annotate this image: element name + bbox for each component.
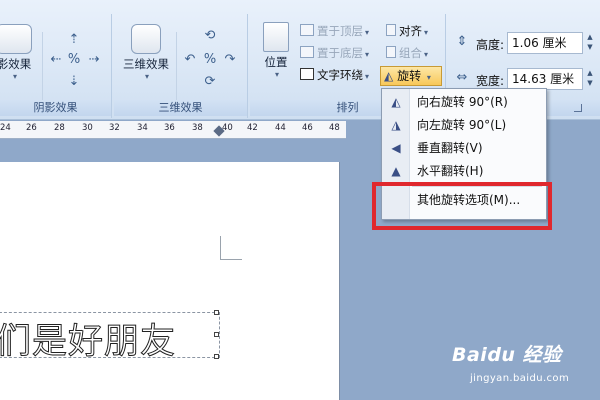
shadow-left-icon[interactable]: ⇠ xyxy=(48,52,64,68)
margin-corner-mark xyxy=(220,236,242,260)
ruler-tick: 46 xyxy=(302,123,313,133)
bring-to-front-button[interactable]: 置于顶层 ▾ xyxy=(300,22,369,40)
ruler-tick: 32 xyxy=(109,123,120,133)
chevron-down-icon: ▾ xyxy=(274,70,279,79)
text-wrap-button[interactable]: 文字环绕 ▾ xyxy=(300,66,369,84)
menu-item-rotate-right[interactable]: ◭ 向右旋转 90°(R) xyxy=(382,91,546,113)
shadow-up-icon[interactable]: ⇡ xyxy=(66,32,82,48)
menu-item-flip-vertical[interactable]: ◀ 垂直翻转(V) xyxy=(382,137,546,159)
bring-front-icon xyxy=(300,24,314,36)
height-input[interactable]: 1.06 厘米 xyxy=(507,32,583,54)
divider xyxy=(42,32,43,108)
shadow-effects-button[interactable]: 影效果 ▾ xyxy=(0,24,38,81)
chevron-down-icon: ▾ xyxy=(365,72,370,81)
chevron-down-icon: ▾ xyxy=(144,72,149,81)
width-label: 宽度: xyxy=(476,74,505,88)
position-label: 位置 xyxy=(264,55,288,69)
group-objects-button[interactable]: 组合 ▾ xyxy=(386,44,428,62)
watermark-url: jingyan.baidu.com xyxy=(470,373,570,384)
rotate-icon: ◭ xyxy=(384,69,394,83)
flip-horizontal-icon: ▲ xyxy=(391,164,401,178)
menu-item-label: 垂直翻转(V) xyxy=(417,141,483,155)
width-icon: ⇔ xyxy=(456,70,468,85)
menu-item-flip-horizontal[interactable]: ▲ 水平翻转(H) xyxy=(382,160,546,182)
position-button[interactable]: 位置 ▾ xyxy=(260,22,292,79)
position-icon xyxy=(263,22,289,52)
bring-front-label: 置于顶层 xyxy=(317,24,363,38)
watermark-logo: Baidu 经验 xyxy=(452,344,562,366)
height-spinner[interactable]: ▲ ▼ xyxy=(584,32,596,54)
tilt-left-icon[interactable]: ↶ xyxy=(182,52,198,68)
3d-effects-button[interactable]: 三维效果 ▾ xyxy=(118,24,174,81)
document-page[interactable] xyxy=(0,162,340,400)
wordart-text[interactable]: 们是好朋友 xyxy=(0,313,176,364)
tilt-up-icon[interactable]: ⟲ xyxy=(202,28,218,44)
height-label: 高度: xyxy=(476,38,505,52)
ruler-tick: 36 xyxy=(164,123,175,133)
rotate-left-icon: ◮ xyxy=(391,118,401,132)
chevron-down-icon: ▾ xyxy=(424,50,429,59)
3d-toggle-icon[interactable]: % xyxy=(202,52,218,68)
menu-item-rotate-left[interactable]: ◮ 向左旋转 90°(L) xyxy=(382,114,546,136)
ruler-tick: 42 xyxy=(247,123,258,133)
send-back-label: 置于底层 xyxy=(317,46,363,60)
chevron-down-icon: ▾ xyxy=(12,72,17,81)
align-button[interactable]: 对齐 ▾ xyxy=(386,22,428,40)
height-icon: ⇕ xyxy=(456,34,468,49)
rotate-label: 旋转 xyxy=(397,69,422,83)
resize-handle[interactable] xyxy=(214,332,219,337)
ruler-tick: 28 xyxy=(54,123,65,133)
resize-handle[interactable] xyxy=(214,310,219,315)
shadow-down-icon[interactable]: ⇣ xyxy=(66,74,82,90)
group-label-shadow: 阴影效果 xyxy=(0,100,111,116)
ruler-tick: 38 xyxy=(192,123,203,133)
align-icon xyxy=(386,24,396,36)
menu-item-label: 向右旋转 90°(R) xyxy=(417,95,508,109)
text-wrap-label: 文字环绕 xyxy=(317,68,363,82)
3d-cube-icon xyxy=(131,24,161,54)
rotate-button[interactable]: ◭ 旋转 ▾ xyxy=(380,66,442,86)
3d-effects-label: 三维效果 xyxy=(123,57,169,71)
group-objects-label: 组合 xyxy=(399,46,422,60)
tilt-right-icon[interactable]: ↷ xyxy=(222,52,238,68)
menu-item-label: 向左旋转 90°(L) xyxy=(417,118,507,132)
width-spinner[interactable]: ▲ ▼ xyxy=(584,68,596,90)
ruler-tick: 30 xyxy=(82,123,93,133)
chevron-down-icon: ▾ xyxy=(365,50,370,59)
chevron-down-icon: ▾ xyxy=(365,28,370,37)
shadow-effects-label: 影效果 xyxy=(0,57,32,71)
rotate-right-icon: ◭ xyxy=(391,95,401,109)
chevron-down-icon: ▾ xyxy=(424,28,429,37)
width-input[interactable]: 14.63 厘米 xyxy=(507,68,583,90)
ruler-tick: 34 xyxy=(137,123,148,133)
send-to-back-button[interactable]: 置于底层 ▾ xyxy=(300,44,369,62)
group-label-3d: 三维效果 xyxy=(114,100,247,116)
group-icon xyxy=(386,46,396,58)
shadow-right-icon[interactable]: ⇢ xyxy=(86,52,102,68)
menu-item-label: 水平翻转(H) xyxy=(417,164,484,178)
horizontal-ruler: 24 26 28 30 32 34 36 38 40 42 44 46 48 xyxy=(0,121,346,139)
ruler-tick: 24 xyxy=(0,123,11,133)
align-label: 对齐 xyxy=(399,24,422,38)
highlight-annotation xyxy=(372,182,552,230)
ruler-tick: 44 xyxy=(275,123,286,133)
flip-vertical-icon: ◀ xyxy=(391,141,401,155)
watermark: Baidu 经验 jingyan.baidu.com xyxy=(452,340,569,384)
send-back-icon xyxy=(300,46,314,58)
text-wrap-icon xyxy=(300,68,314,80)
chevron-down-icon: ▾ xyxy=(426,73,431,82)
resize-handle[interactable] xyxy=(214,354,219,359)
shadow-toggle-icon[interactable]: % xyxy=(66,52,82,68)
group-shadow-effects: 影效果 ▾ ⇡ ⇠ % ⇢ ⇣ 阴影效果 xyxy=(0,14,112,118)
dialog-launcher-icon[interactable] xyxy=(574,104,582,112)
group-3d-effects: 三维效果 ▾ ⟲ ↶ % ↷ ⟳ 三维效果 xyxy=(114,14,248,118)
ruler-tick: 26 xyxy=(26,123,37,133)
divider xyxy=(176,32,177,108)
tilt-down-icon[interactable]: ⟳ xyxy=(202,74,218,90)
ruler-tick: 48 xyxy=(329,123,340,133)
shadow-icon xyxy=(0,24,32,54)
